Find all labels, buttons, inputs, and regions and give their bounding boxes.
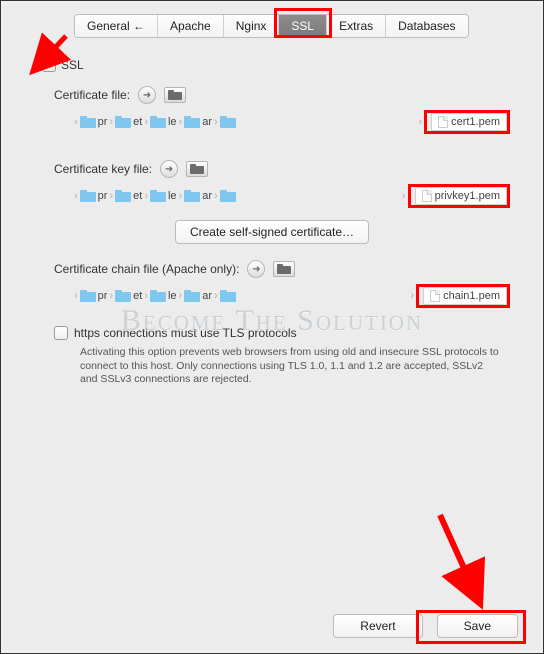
tls-required-checkbox[interactable]: ✓ xyxy=(54,326,68,340)
chain-refresh-button[interactable]: ➜ xyxy=(247,260,265,278)
certificate-chain-group: Certificate chain file (Apache only): ➜ … xyxy=(54,260,510,308)
annotation-chain-file-highlight: chain1.pem xyxy=(416,284,510,308)
file-icon xyxy=(422,190,432,202)
cert-refresh-button[interactable]: ➜ xyxy=(138,86,156,104)
crumb-text: le xyxy=(168,290,177,302)
folder-icon xyxy=(80,190,96,202)
key-refresh-button[interactable]: ➜ xyxy=(160,160,178,178)
key-file-name: privkey1.pem xyxy=(435,190,500,202)
folder-icon xyxy=(220,290,236,302)
cert-browse-button[interactable] xyxy=(164,87,186,103)
folder-icon xyxy=(220,190,236,202)
folder-icon xyxy=(80,116,96,128)
cert-file-name: cert1.pem xyxy=(451,116,500,128)
chain-path-breadcrumb[interactable]: › pr › et › le › ar › › chain1.pem xyxy=(74,284,510,308)
annotation-cert-file-highlight: cert1.pem xyxy=(424,110,510,134)
certificate-file-label: Certificate file: xyxy=(54,88,130,102)
tls-required-label: https connections must use TLS protocols xyxy=(74,326,297,340)
crumb-text: le xyxy=(168,190,177,202)
annotation-arrow-save xyxy=(430,507,500,620)
crumb-text: pr xyxy=(98,290,108,302)
annotation-key-file-highlight: privkey1.pem xyxy=(408,184,510,208)
folder-icon xyxy=(150,116,166,128)
folder-icon xyxy=(150,190,166,202)
folder-icon xyxy=(184,290,200,302)
crumb-text: ar xyxy=(202,116,212,128)
folder-icon xyxy=(184,190,200,202)
chain-browse-button[interactable] xyxy=(273,261,295,277)
cert-file-chip[interactable]: cert1.pem xyxy=(431,113,507,131)
ssl-enable-label: SSL xyxy=(61,58,84,72)
tab-apache[interactable]: Apache xyxy=(158,15,224,37)
tab-extras[interactable]: Extras xyxy=(327,15,386,37)
crumb-text: ar xyxy=(202,190,212,202)
folder-icon xyxy=(150,290,166,302)
key-browse-button[interactable] xyxy=(186,161,208,177)
crumb-text: pr xyxy=(98,190,108,202)
key-file-chip[interactable]: privkey1.pem xyxy=(415,187,507,205)
tab-ssl[interactable]: SSL xyxy=(279,15,327,37)
file-icon xyxy=(430,290,440,302)
tab-nginx[interactable]: Nginx xyxy=(224,15,280,37)
folder-icon xyxy=(80,290,96,302)
folder-icon xyxy=(115,290,131,302)
crumb-text: ar xyxy=(202,290,212,302)
tab-bar: General ← Apache Nginx SSL Extras Databa… xyxy=(74,14,469,38)
tab-databases[interactable]: Databases xyxy=(386,15,467,37)
crumb-text: le xyxy=(168,116,177,128)
crumb-text: et xyxy=(133,190,142,202)
revert-button[interactable]: Revert xyxy=(333,614,422,638)
certificate-key-label: Certificate key file: xyxy=(54,162,152,176)
folder-icon xyxy=(115,190,131,202)
cert-path-breadcrumb[interactable]: › pr › et › le › ar › › cert1.pem xyxy=(74,110,510,134)
save-button[interactable]: Save xyxy=(437,614,518,638)
certificate-file-group: Certificate file: ➜ › pr › et › le › ar … xyxy=(54,86,510,134)
folder-icon xyxy=(115,116,131,128)
tab-general[interactable]: General ← xyxy=(75,15,158,37)
crumb-text: et xyxy=(133,290,142,302)
certificate-chain-label: Certificate chain file (Apache only): xyxy=(54,262,239,276)
folder-icon xyxy=(184,116,200,128)
tls-description: Activating this option prevents web brow… xyxy=(80,346,500,387)
ssl-enable-checkbox[interactable]: ✓ xyxy=(42,58,56,72)
crumb-text: et xyxy=(133,116,142,128)
folder-icon xyxy=(220,116,236,128)
create-self-signed-button[interactable]: Create self-signed certificate… xyxy=(175,220,369,244)
tls-block: ✓ https connections must use TLS protoco… xyxy=(54,326,510,387)
crumb-text: pr xyxy=(98,116,108,128)
chain-file-name: chain1.pem xyxy=(443,290,500,302)
file-icon xyxy=(438,116,448,128)
certificate-key-group: Certificate key file: ➜ › pr › et › le ›… xyxy=(54,160,510,208)
key-path-breadcrumb[interactable]: › pr › et › le › ar › › privkey1.pem xyxy=(74,184,510,208)
chain-file-chip[interactable]: chain1.pem xyxy=(423,287,507,305)
